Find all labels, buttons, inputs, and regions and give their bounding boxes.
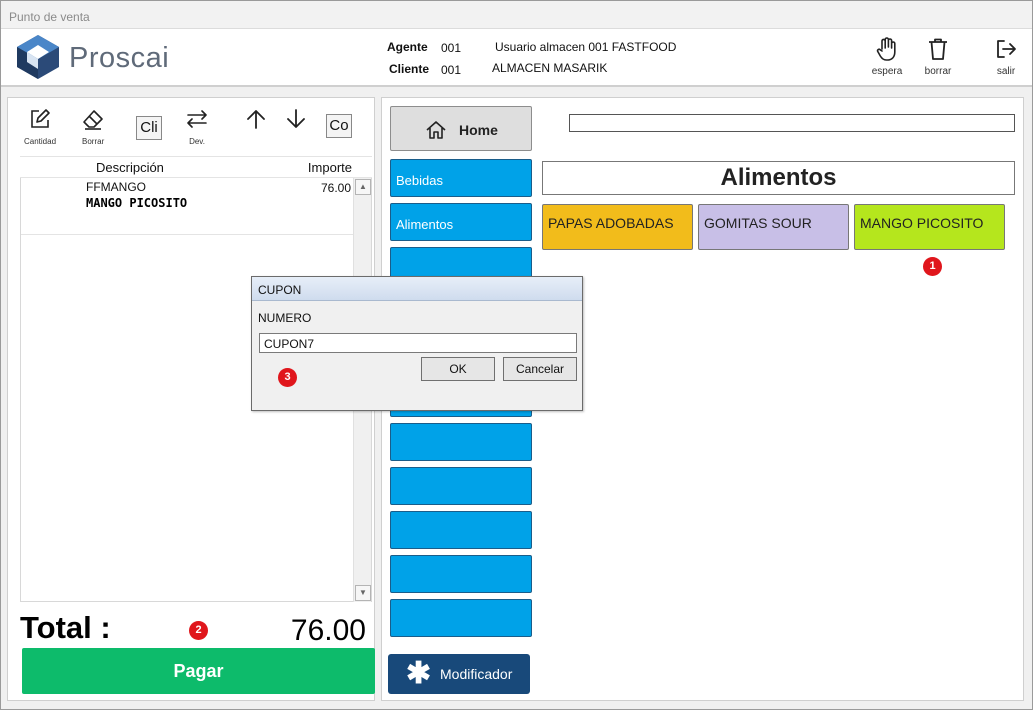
swap-arrows-icon bbox=[187, 110, 207, 128]
proscai-logo-icon bbox=[17, 35, 59, 79]
pagar-button[interactable]: Pagar bbox=[22, 648, 375, 694]
cantidad-label: Cantidad bbox=[24, 137, 57, 146]
eraser-icon bbox=[83, 110, 103, 130]
arrow-up-icon bbox=[247, 110, 265, 129]
item-code: FFMANGO bbox=[86, 180, 146, 194]
category-button[interactable] bbox=[390, 599, 532, 637]
espera-button[interactable]: espera bbox=[865, 35, 909, 83]
category-alimentos[interactable]: Alimentos bbox=[390, 203, 532, 241]
arrow-down-icon bbox=[287, 109, 305, 128]
numero-label: NUMERO bbox=[258, 311, 312, 325]
agente-name: Usuario almacen 001 FASTFOOD bbox=[495, 40, 677, 54]
devolucion-button[interactable]: Dev. bbox=[186, 108, 208, 146]
salir-button[interactable]: salir bbox=[984, 35, 1028, 83]
category-label: Bebidas bbox=[396, 173, 443, 188]
agente-label: Agente bbox=[387, 40, 428, 54]
asterisk-icon: ✱ bbox=[406, 657, 432, 690]
marker-2: 2 bbox=[189, 621, 208, 640]
scroll-up-button[interactable]: ▲ bbox=[355, 179, 371, 195]
move-up-button[interactable] bbox=[245, 108, 267, 135]
brand-name: Proscai bbox=[69, 42, 170, 74]
home-button[interactable]: Home bbox=[390, 106, 532, 151]
edit-icon bbox=[31, 109, 50, 128]
product-papas-adobadas[interactable]: PAPAS ADOBADAS bbox=[542, 204, 693, 250]
pos-window: Punto de venta Proscai Agente 001 Usuari… bbox=[0, 0, 1033, 710]
cupon-number-input[interactable]: CUPON7 bbox=[259, 333, 577, 353]
header: Proscai Agente 001 Usuario almacen 001 F… bbox=[1, 29, 1032, 87]
search-input[interactable] bbox=[569, 114, 1015, 132]
product-mango-picosito[interactable]: MANGO PICOSITO bbox=[854, 204, 1005, 250]
proscai-logo: Proscai bbox=[13, 33, 183, 81]
home-label: Home bbox=[459, 122, 498, 138]
borrar-label: borrar bbox=[924, 66, 952, 77]
category-button[interactable] bbox=[390, 423, 532, 461]
borrar-line-label: Borrar bbox=[82, 137, 105, 146]
salir-label: salir bbox=[996, 66, 1016, 77]
ok-button[interactable]: OK bbox=[421, 357, 495, 381]
dev-label: Dev. bbox=[189, 137, 205, 146]
cupon-dialog: CUPON NUMERO CUPON7 OK Cancelar 3 bbox=[251, 276, 583, 411]
cantidad-button[interactable]: Cantidad bbox=[24, 108, 56, 146]
cancel-button[interactable]: Cancelar bbox=[503, 357, 577, 381]
scroll-down-button[interactable]: ▼ bbox=[355, 585, 371, 601]
item-importe: 76.00 bbox=[320, 181, 351, 195]
borrar-line-button[interactable]: Borrar bbox=[82, 108, 104, 146]
category-button[interactable] bbox=[390, 467, 532, 505]
ticket-table-header: Descripción Importe bbox=[20, 156, 372, 178]
row-divider bbox=[21, 234, 355, 235]
title-bar: Punto de venta bbox=[1, 1, 1032, 29]
total-label: Total : bbox=[20, 610, 111, 645]
item-name: MANGO PICOSITO bbox=[86, 196, 188, 210]
agente-value: 001 bbox=[441, 41, 462, 55]
cliente-name: ALMACEN MASARIK bbox=[492, 61, 608, 75]
category-button[interactable] bbox=[390, 555, 532, 593]
category-title: Alimentos bbox=[542, 161, 1015, 195]
cliente-value: 001 bbox=[441, 63, 462, 77]
marker-3: 3 bbox=[278, 368, 297, 387]
dialog-title: CUPON bbox=[258, 283, 302, 297]
marker-1: 1 bbox=[923, 257, 942, 276]
product-label: PAPAS ADOBADAS bbox=[548, 215, 674, 231]
window-title: Punto de venta bbox=[9, 10, 90, 24]
move-down-button[interactable] bbox=[285, 108, 307, 135]
home-icon bbox=[426, 121, 446, 139]
dialog-title-bar: CUPON bbox=[252, 277, 582, 301]
product-gomitas-sour[interactable]: GOMITAS SOUR bbox=[698, 204, 849, 250]
cliente-label: Cliente bbox=[389, 62, 430, 76]
modificador-button[interactable]: ✱ Modificador bbox=[388, 654, 530, 694]
hand-icon bbox=[876, 37, 896, 61]
modificador-label: Modificador bbox=[440, 666, 513, 682]
product-label: GOMITAS SOUR bbox=[704, 215, 812, 231]
category-bebidas[interactable]: Bebidas bbox=[390, 159, 532, 197]
category-button[interactable] bbox=[390, 511, 532, 549]
trash-icon bbox=[929, 38, 947, 60]
cli-button[interactable]: Cli bbox=[136, 116, 162, 140]
espera-label: espera bbox=[871, 66, 903, 77]
co-button[interactable]: Co bbox=[326, 114, 352, 138]
total-value: 76.00 bbox=[290, 614, 366, 647]
exit-icon bbox=[997, 40, 1016, 58]
product-label: MANGO PICOSITO bbox=[860, 215, 984, 231]
col-importe: Importe bbox=[307, 160, 352, 175]
col-descripcion: Descripción bbox=[96, 160, 164, 175]
category-label: Alimentos bbox=[396, 217, 454, 232]
borrar-button[interactable]: borrar bbox=[916, 35, 960, 83]
